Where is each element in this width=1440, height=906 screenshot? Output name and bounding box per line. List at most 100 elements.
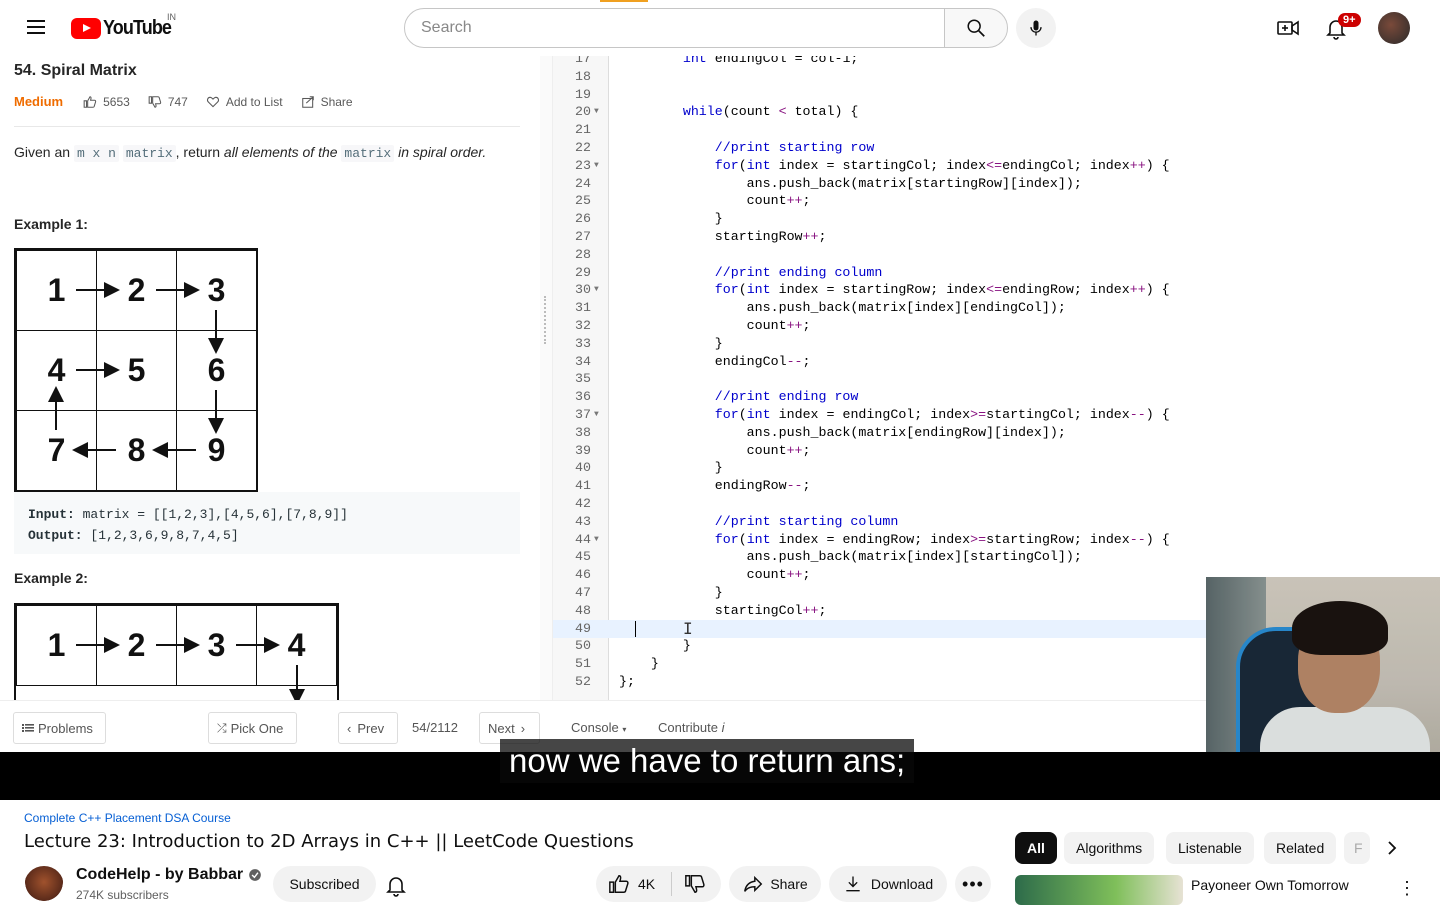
contribute-button[interactable]: Contribute i — [658, 720, 725, 735]
menu-icon[interactable] — [20, 16, 52, 40]
code-line[interactable]: 24 ans.push_back(matrix[startingRow][ind… — [553, 175, 1440, 193]
subscribed-button[interactable]: Subscribed — [273, 866, 376, 902]
code-line[interactable]: 29 //print ending column — [553, 264, 1440, 282]
more-vertical-icon[interactable]: ⋮ — [1398, 878, 1416, 899]
code-text: } — [619, 656, 659, 672]
prev-button[interactable]: ‹ Prev — [338, 712, 398, 744]
code-line[interactable]: 30 ▼ for(int index = startingRow; index<=… — [553, 281, 1440, 299]
caret-down-icon: ▾ — [622, 725, 627, 734]
like-button[interactable]: 4K — [608, 873, 655, 895]
country-code: IN — [167, 12, 176, 22]
likes-value: 5653 — [103, 94, 130, 109]
code-line[interactable]: 36 //print ending row — [553, 388, 1440, 406]
search-placeholder: Search — [421, 19, 472, 36]
pane-splitter[interactable] — [540, 56, 552, 700]
code-line[interactable]: 44 ▼ for(int index = endingRow; index>=st… — [553, 531, 1440, 549]
code-line[interactable]: 39 count++; — [553, 442, 1440, 460]
voice-search-button[interactable] — [1016, 8, 1056, 48]
line-number: 31 — [575, 300, 591, 316]
pick-one-label: Pick One — [230, 720, 284, 736]
chip-label: Algorithms — [1076, 840, 1143, 856]
channel-name[interactable]: CodeHelp - by Babbar — [76, 866, 262, 884]
code-line[interactable]: 20 ▼ while(count < total) { — [553, 103, 1440, 121]
line-number: 33 — [575, 335, 591, 351]
caption-text: now we have to return ans; — [500, 739, 915, 783]
line-number: 30 — [575, 282, 591, 298]
next-label: Next — [488, 720, 515, 736]
microphone-icon — [1030, 20, 1042, 36]
code-line[interactable]: 40 } — [553, 459, 1440, 477]
chip-label: All — [1027, 840, 1045, 856]
code-line[interactable]: 42 — [553, 495, 1440, 513]
code-line[interactable]: 17 int endingCol = col-1; — [553, 56, 1440, 68]
desc-code: matrix — [122, 145, 176, 162]
share-problem-button[interactable]: Share — [301, 95, 353, 109]
line-number: 38 — [575, 424, 591, 440]
channel-avatar[interactable] — [24, 866, 64, 906]
desc-emphasis: all elements of the — [223, 144, 342, 160]
code-line[interactable]: 28 — [553, 246, 1440, 264]
fold-toggle-icon[interactable]: ▼ — [594, 406, 599, 424]
recommended-title[interactable]: Payoneer Own Tomorrow — [1191, 877, 1349, 893]
code-line[interactable]: 21 — [553, 121, 1440, 139]
create-button[interactable] — [1272, 12, 1304, 44]
code-line[interactable]: 26 } — [553, 210, 1440, 228]
spiral-arrows — [48, 282, 224, 458]
chip-related[interactable]: Related — [1264, 832, 1337, 864]
code-line[interactable]: 19 — [553, 86, 1440, 104]
chip-all[interactable]: All — [1015, 832, 1057, 864]
dislike-button[interactable] — [684, 873, 706, 895]
code-line[interactable]: 27 startingRow++; — [553, 228, 1440, 246]
code-line[interactable]: 23 ▼ for(int index = startingCol; index<=… — [553, 157, 1440, 175]
search-button[interactable] — [944, 8, 1008, 48]
recommended-thumbnail[interactable] — [1015, 875, 1183, 905]
chip-listenable[interactable]: Listenable — [1166, 832, 1254, 864]
problems-button[interactable]: Problems — [13, 712, 106, 744]
chip-partial[interactable]: F — [1344, 832, 1370, 864]
code-text: //print ending row — [714, 389, 859, 405]
code-line[interactable]: 34 endingCol--; — [553, 353, 1440, 371]
line-number: 39 — [575, 442, 591, 458]
code-text: for(int index = startingRow; index<=endi… — [714, 282, 1170, 298]
chip-algorithms[interactable]: Algorithms — [1064, 832, 1155, 864]
code-line[interactable]: 37 ▼ for(int index = endingCol; index>=st… — [553, 406, 1440, 424]
code-line[interactable]: 38 ans.push_back(matrix[endingRow][index… — [553, 424, 1440, 442]
add-to-list-button[interactable]: Add to List — [206, 95, 283, 109]
fold-toggle-icon[interactable]: ▼ — [594, 281, 599, 299]
share-arrow-icon — [744, 875, 763, 893]
contribute-label: Contribute — [658, 720, 718, 735]
youtube-logo[interactable]: YouTube IN — [71, 12, 179, 39]
more-actions-button[interactable]: ••• — [955, 866, 991, 902]
search-input[interactable]: Search — [404, 8, 945, 48]
pick-one-button[interactable]: ⤮ Pick One — [208, 712, 297, 744]
dislike-count[interactable]: 747 — [148, 95, 188, 109]
chevron-right-icon[interactable] — [1380, 836, 1404, 865]
code-line[interactable]: 22 //print starting row — [553, 139, 1440, 157]
bell-icon[interactable] — [384, 873, 408, 902]
console-button[interactable]: Console ▾ — [571, 720, 626, 735]
like-dislike-group: 4K — [596, 866, 721, 902]
fold-toggle-icon[interactable]: ▼ — [594, 103, 599, 121]
code-line[interactable]: 41 endingRow--; — [553, 477, 1440, 495]
fold-toggle-icon[interactable]: ▼ — [594, 157, 599, 175]
download-button[interactable]: Download — [829, 866, 947, 902]
code-line[interactable]: 25 count++; — [553, 192, 1440, 210]
account-avatar[interactable] — [1378, 12, 1410, 44]
line-number: 45 — [575, 549, 591, 565]
share-button[interactable]: Share — [729, 866, 821, 902]
desc-code: m x n — [73, 145, 119, 162]
like-count[interactable]: 5653 — [83, 95, 130, 109]
code-line[interactable]: 35 — [553, 370, 1440, 388]
playlist-link[interactable]: Complete C++ Placement DSA Course — [24, 811, 231, 825]
code-line[interactable]: 43 //print starting column — [553, 513, 1440, 531]
line-number: 40 — [575, 460, 591, 476]
line-number: 24 — [575, 175, 591, 191]
code-line[interactable]: 32 count++; — [553, 317, 1440, 335]
video-player[interactable]: 54. Spiral Matrix Medium 5653 747 Add to… — [0, 56, 1440, 800]
code-text: //print starting row — [714, 140, 875, 155]
code-line[interactable]: 31 ans.push_back(matrix[index][endingCol… — [553, 299, 1440, 317]
code-line[interactable]: 33 } — [553, 335, 1440, 353]
fold-toggle-icon[interactable]: ▼ — [594, 531, 599, 549]
code-line[interactable]: 45 ans.push_back(matrix[index][startingC… — [553, 548, 1440, 566]
code-line[interactable]: 18 — [553, 68, 1440, 86]
